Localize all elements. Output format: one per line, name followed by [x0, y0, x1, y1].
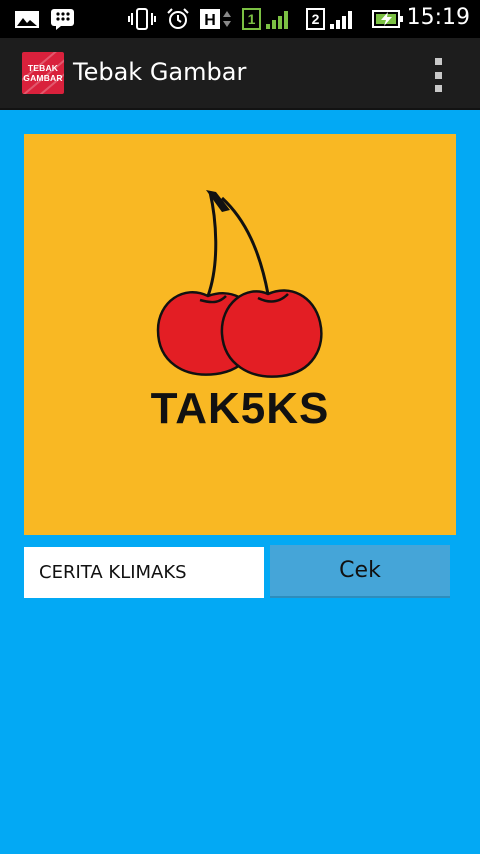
clue-text: TAK5KS	[150, 384, 330, 433]
check-button[interactable]: Cek	[270, 545, 450, 598]
answer-input[interactable]	[24, 547, 264, 598]
app-logo[interactable]: TEBAK GAMBAR	[22, 52, 64, 94]
battery-charging-icon	[372, 8, 404, 30]
overflow-menu-icon[interactable]	[424, 56, 452, 94]
clock: 15:19	[406, 5, 470, 30]
bbm-icon	[50, 8, 76, 30]
vibrate-icon	[128, 8, 156, 30]
cherry-icon	[156, 190, 323, 378]
status-bar: H 1 2 15:19	[0, 0, 480, 38]
action-bar: TEBAK GAMBAR Tebak Gambar	[0, 38, 480, 110]
sim2-signal-icon: 2	[306, 8, 362, 30]
sim1-signal-icon: 1	[242, 8, 298, 30]
svg-text:H: H	[204, 12, 216, 29]
hspa-icon: H	[200, 8, 236, 30]
svg-text:1: 1	[248, 11, 256, 27]
svg-text:2: 2	[312, 11, 320, 27]
alarm-icon	[166, 8, 190, 30]
gallery-icon	[14, 8, 40, 30]
app-title: Tebak Gambar	[73, 58, 247, 86]
puzzle-image: TAK5KS	[24, 134, 456, 535]
